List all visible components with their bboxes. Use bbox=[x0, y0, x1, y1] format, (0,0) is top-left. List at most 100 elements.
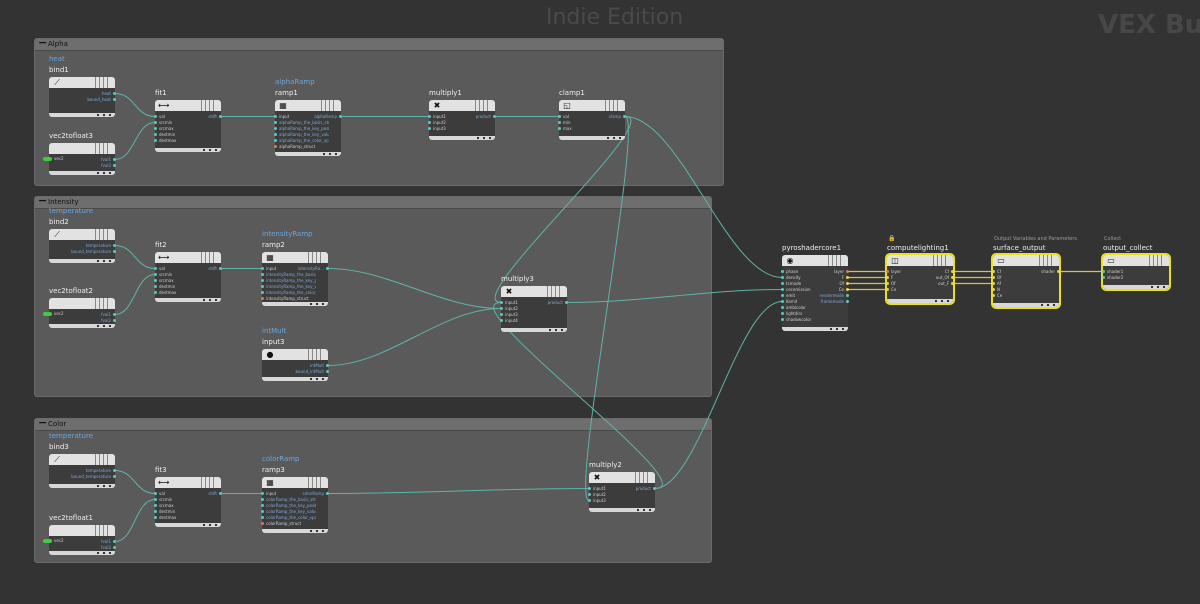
node-clamp1[interactable]: clamp1 ◱ val min max clamp bbox=[558, 78, 626, 140]
node-body[interactable]: fval1 fval2 vec2 bbox=[43, 525, 116, 555]
node-body[interactable]: ⟋ temperature bound_temperature bbox=[49, 454, 116, 488]
input-port[interactable] bbox=[558, 127, 561, 130]
node-fit3[interactable]: fit3 ⟷ val srcmin srcmax destmin destmax shift bbox=[154, 455, 222, 527]
node-input3[interactable]: intMult input3 ● intMult bound_intMult bbox=[262, 327, 329, 381]
output-port[interactable] bbox=[846, 288, 849, 291]
node-ramp3[interactable]: colorRamp ramp3 ▦ input colorRamp_the_basis_… bbox=[261, 455, 329, 533]
node-header-bar[interactable]: ✖ bbox=[501, 286, 567, 297]
input-port[interactable] bbox=[154, 279, 157, 282]
input-port[interactable] bbox=[1102, 276, 1105, 279]
output-port[interactable] bbox=[951, 276, 954, 279]
input-port[interactable] bbox=[261, 279, 264, 282]
node-body[interactable]: ▦ input colorRamp_the_basis_stri... colorRa… bbox=[261, 477, 329, 533]
output-port[interactable] bbox=[326, 364, 329, 367]
node-body[interactable]: ⟋ temperature bound_temperature bbox=[49, 229, 116, 263]
collapse-icon[interactable]: − bbox=[38, 416, 47, 429]
input-port[interactable] bbox=[154, 516, 157, 519]
node-name-label[interactable]: vec2tofloat1 bbox=[49, 514, 93, 522]
input-port[interactable] bbox=[261, 285, 264, 288]
node-header-bar[interactable]: ⟷ bbox=[155, 477, 221, 488]
input-port[interactable] bbox=[261, 522, 264, 525]
output-port[interactable] bbox=[113, 92, 116, 95]
node-header-bar[interactable]: ✖ bbox=[429, 100, 495, 111]
node-body[interactable]: ◫ layer F Of Ce Cf out_Of out_F bbox=[886, 255, 954, 303]
node-body[interactable]: ● intMult bound_intMult bbox=[262, 349, 329, 381]
node-name-label[interactable]: ramp3 bbox=[262, 466, 285, 474]
node-name-label[interactable]: clamp1 bbox=[559, 89, 585, 97]
output-port[interactable] bbox=[113, 98, 116, 101]
node-multiply1[interactable]: multiply1 ✖ input1 input2 input3 product bbox=[428, 78, 496, 140]
constant-input-indicator[interactable] bbox=[43, 157, 52, 161]
node-header-bar[interactable]: ⟷ bbox=[155, 252, 221, 263]
node-header-bar[interactable] bbox=[49, 525, 115, 536]
node-bind2[interactable]: temperature bind2 ⟋ temperature bound_temper… bbox=[49, 207, 116, 263]
node-multiply3[interactable]: multiply3 ✖ input1 input2 input3 input4 produc… bbox=[500, 264, 568, 332]
node-name-label[interactable]: pyroshadercore1 bbox=[782, 244, 841, 252]
input-port[interactable] bbox=[261, 504, 264, 507]
node-header-bar[interactable]: ⟋ bbox=[49, 229, 115, 240]
input-port[interactable] bbox=[154, 510, 157, 513]
input-port[interactable] bbox=[154, 133, 157, 136]
node-header-bar[interactable]: ⟋ bbox=[49, 454, 115, 465]
input-port[interactable] bbox=[500, 313, 503, 316]
input-port[interactable] bbox=[261, 498, 264, 501]
input-port[interactable] bbox=[154, 504, 157, 507]
input-port[interactable] bbox=[500, 301, 503, 304]
input-port[interactable] bbox=[886, 288, 889, 291]
node-header-bar[interactable]: ● bbox=[262, 349, 328, 360]
input-port[interactable] bbox=[274, 133, 277, 136]
node-header-bar[interactable]: ▭ bbox=[993, 255, 1059, 266]
input-port[interactable] bbox=[1102, 270, 1105, 273]
input-port[interactable] bbox=[261, 492, 264, 495]
input-port[interactable] bbox=[992, 294, 995, 297]
input-port[interactable] bbox=[274, 139, 277, 142]
input-port[interactable] bbox=[154, 121, 157, 124]
output-port[interactable] bbox=[1057, 270, 1060, 273]
input-port[interactable] bbox=[588, 493, 591, 496]
input-port[interactable] bbox=[261, 267, 264, 270]
input-port[interactable] bbox=[992, 270, 995, 273]
node-body[interactable]: ⟷ val srcmin srcmax destmin destmax shift bbox=[154, 252, 222, 302]
node-name-label[interactable]: bind1 bbox=[49, 66, 69, 74]
node-name-label[interactable]: ramp2 bbox=[262, 241, 285, 249]
output-port[interactable] bbox=[326, 370, 329, 373]
input-port[interactable] bbox=[428, 127, 431, 130]
output-port[interactable] bbox=[113, 469, 116, 472]
node-body[interactable]: ⟋ heat bound_heat bbox=[49, 77, 116, 117]
constant-input-indicator[interactable] bbox=[43, 539, 52, 543]
output-port[interactable] bbox=[565, 301, 568, 304]
input-port[interactable] bbox=[500, 307, 503, 310]
input-port[interactable] bbox=[154, 127, 157, 130]
input-port[interactable] bbox=[261, 273, 264, 276]
input-port[interactable] bbox=[428, 121, 431, 124]
node-header-bar[interactable] bbox=[49, 143, 115, 154]
node-body[interactable]: fval1 fval2 vec2 bbox=[43, 143, 116, 175]
node-body[interactable]: ▦ inputintensityRamp_the_basis_...intensi… bbox=[261, 252, 329, 306]
node-body[interactable]: ✖ input1 input2 input3 product bbox=[428, 100, 496, 140]
node-vec2tofloat3[interactable]: vec2tofloat3 fval1 fval2 vec2 bbox=[43, 121, 116, 175]
input-port[interactable] bbox=[781, 270, 784, 273]
node-bind3[interactable]: temperature bind3 ⟋ temperature bound_temper… bbox=[49, 432, 116, 488]
input-port[interactable] bbox=[154, 139, 157, 142]
node-name-label[interactable]: output_collect bbox=[1103, 244, 1153, 252]
output-port[interactable] bbox=[113, 158, 116, 161]
node-bind1[interactable]: heat bind1 ⟋ heat bound_heat bbox=[49, 55, 116, 117]
node-body[interactable]: ⟷ val srcmin srcmax destmin destmax shift bbox=[154, 477, 222, 527]
node-header-bar[interactable]: ▭ bbox=[1103, 255, 1169, 266]
output-port[interactable] bbox=[951, 270, 954, 273]
node-surface_output[interactable]: surface_output ▭ Cf Of Af N Ce shader bbox=[992, 233, 1060, 307]
node-body[interactable]: ◉ phase density tcmode cecemission emit Kemit a… bbox=[781, 255, 849, 331]
output-port[interactable] bbox=[623, 115, 626, 118]
output-port[interactable] bbox=[113, 250, 116, 253]
node-header-bar[interactable]: ▦ bbox=[275, 100, 341, 111]
input-port[interactable] bbox=[154, 273, 157, 276]
node-fit2[interactable]: fit2 ⟷ val srcmin srcmax destmin destmax shift bbox=[154, 230, 222, 302]
input-port[interactable] bbox=[154, 267, 157, 270]
node-name-label[interactable]: input3 bbox=[262, 338, 284, 346]
input-port[interactable] bbox=[154, 115, 157, 118]
node-header-bar[interactable]: ✖ bbox=[589, 472, 655, 483]
node-body[interactable]: ⟷ val srcmin srcmax destmin destmax shift bbox=[154, 100, 222, 152]
input-port[interactable] bbox=[261, 297, 264, 300]
input-port[interactable] bbox=[781, 312, 784, 315]
node-name-label[interactable]: fit1 bbox=[155, 89, 167, 97]
